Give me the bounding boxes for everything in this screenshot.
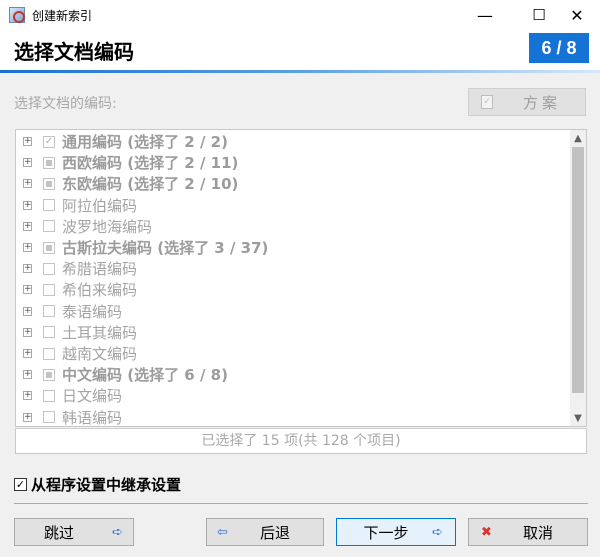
cancel-button[interactable]: ✖ 取消 — [468, 518, 588, 546]
expand-icon[interactable]: + — [23, 306, 32, 316]
back-button-label: 后退 — [259, 523, 290, 542]
expand-icon[interactable]: + — [23, 179, 32, 189]
tree-item-label: 古斯拉夫编码 (选择了 3 / 37) — [62, 239, 269, 257]
checkbox-icon[interactable]: ✓ — [14, 478, 27, 491]
tree-item[interactable]: + 阿拉伯编码 — [16, 195, 137, 216]
minimize-button[interactable]: — — [462, 0, 508, 30]
skip-button[interactable]: 跳过 ➪ — [14, 518, 134, 546]
expand-icon[interactable]: + — [23, 285, 32, 295]
tree-item[interactable]: + 日文编码 — [16, 385, 122, 406]
cancel-x-icon: ✖ — [481, 524, 492, 540]
tree-item-checkbox[interactable] — [43, 368, 55, 381]
tree-item[interactable]: + 波罗地海编码 — [16, 216, 152, 237]
window-title: 创建新索引 — [32, 9, 93, 23]
arrow-right-icon: ➪ — [112, 524, 123, 540]
tree-item-label: 波罗地海编码 — [62, 217, 153, 236]
encoding-prompt: 选择文档的编码: — [14, 96, 117, 112]
tree-item[interactable]: + 东欧编码 (选择了 2 / 10) — [16, 173, 238, 194]
expand-icon[interactable]: + — [23, 370, 32, 380]
tree-item[interactable]: + 韩语编码 — [16, 407, 123, 427]
next-button[interactable]: 下一步 ➪ — [336, 518, 456, 546]
expand-icon[interactable]: + — [23, 158, 32, 168]
tree-item-label: 日文编码 — [62, 387, 123, 406]
expand-icon[interactable]: + — [23, 391, 32, 401]
scroll-thumb[interactable] — [572, 147, 584, 393]
close-button[interactable]: ✕ — [554, 0, 600, 30]
tree-item-label: 越南文编码 — [62, 345, 138, 363]
tree-item[interactable]: + ✓ 通用编码 (选择了 2 / 2) — [16, 131, 228, 152]
expand-icon[interactable]: + — [23, 327, 32, 337]
arrow-right-icon: ➪ — [432, 524, 443, 540]
selection-summary: 已选择了 15 项(共 128 个项目) — [15, 429, 587, 454]
title-bar: 创建新索引 — ☐ ✕ — [0, 0, 600, 30]
scroll-down-icon[interactable]: ▼ — [570, 410, 586, 426]
encoding-tree[interactable]: + ✓ 通用编码 (选择了 2 / 2) + 西欧编码 (选择了 2 / 11) + 东欧编… — [15, 129, 587, 427]
tree-item-label: 通用编码 (选择了 2 / 2) — [62, 133, 228, 151]
tree-item-checkbox[interactable] — [43, 283, 55, 296]
app-icon — [9, 7, 25, 23]
tree-item-checkbox[interactable] — [43, 241, 55, 254]
expand-icon[interactable]: + — [23, 412, 32, 422]
back-button[interactable]: ⇦ 后退 — [206, 518, 324, 546]
tree-item[interactable]: + 希腊语编码 — [16, 258, 137, 279]
scheme-button-label: 方案 — [523, 93, 562, 112]
expand-icon[interactable]: + — [23, 200, 32, 210]
tree-item-checkbox[interactable] — [43, 177, 55, 190]
tree-item-checkbox[interactable] — [43, 262, 55, 275]
tree-item-label: 土耳其编码 — [62, 323, 138, 342]
tree-item-label: 中文编码 (选择了 6 / 8) — [62, 366, 228, 385]
header-divider — [0, 70, 600, 73]
tree-item[interactable]: + 越南文编码 — [16, 343, 137, 364]
tree-item-label: 西欧编码 (选择了 2 / 11) — [62, 154, 239, 173]
page-title: 选择文档编码 — [14, 40, 134, 64]
tree-item-checkbox[interactable] — [43, 199, 55, 212]
wizard-header: 选择文档编码 — [0, 30, 600, 72]
tree-item[interactable]: + 古斯拉夫编码 (选择了 3 / 37) — [16, 237, 268, 258]
expand-icon[interactable]: + — [23, 137, 32, 146]
tree-item-label: 韩语编码 — [62, 408, 123, 427]
expand-icon[interactable]: + — [23, 243, 32, 252]
expand-icon[interactable]: + — [23, 349, 32, 358]
tree-item[interactable]: + 泰语编码 — [16, 301, 122, 322]
scroll-up-icon[interactable]: ▲ — [570, 130, 586, 146]
tree-item-checkbox[interactable] — [43, 389, 55, 402]
expand-icon[interactable]: + — [23, 264, 32, 274]
arrow-left-icon: ⇦ — [217, 524, 228, 540]
tree-item-checkbox[interactable] — [43, 156, 55, 169]
vertical-scrollbar[interactable]: ▲ ▼ — [570, 130, 586, 426]
inherit-settings-checkbox[interactable]: ✓ 从程序设置中继承设置 — [14, 474, 181, 495]
step-indicator: 6 / 8 — [529, 33, 589, 63]
tree-item[interactable]: + 希伯来编码 — [16, 279, 137, 300]
document-icon: ✓ — [481, 95, 493, 109]
tree-item-label: 希伯来编码 — [62, 281, 138, 300]
tree-item-checkbox[interactable]: ✓ — [43, 135, 55, 148]
tree-item-label: 东欧编码 (选择了 2 / 10) — [62, 175, 239, 194]
tree-item[interactable]: + 西欧编码 (选择了 2 / 11) — [16, 152, 238, 173]
expand-icon[interactable]: + — [23, 221, 32, 231]
tree-item-checkbox[interactable] — [43, 326, 55, 339]
cancel-button-label: 取消 — [522, 523, 553, 542]
scheme-button[interactable]: ✓ 方案 — [468, 88, 586, 116]
tree-item-label: 泰语编码 — [62, 302, 123, 321]
next-button-label: 下一步 — [363, 523, 409, 542]
tree-item-checkbox[interactable] — [43, 220, 55, 233]
tree-item-label: 希腊语编码 — [62, 260, 138, 279]
tree-item-label: 阿拉伯编码 — [62, 196, 138, 215]
tree-item[interactable]: + 土耳其编码 — [16, 322, 137, 343]
tree-item-checkbox[interactable] — [43, 411, 55, 424]
footer-separator — [14, 503, 588, 504]
skip-button-label: 跳过 — [43, 523, 74, 542]
tree-item-checkbox[interactable] — [43, 305, 55, 318]
tree-item[interactable]: + 中文编码 (选择了 6 / 8) — [16, 364, 228, 385]
tree-item-checkbox[interactable] — [43, 347, 55, 360]
inherit-settings-label: 从程序设置中继承设置 — [31, 476, 182, 494]
